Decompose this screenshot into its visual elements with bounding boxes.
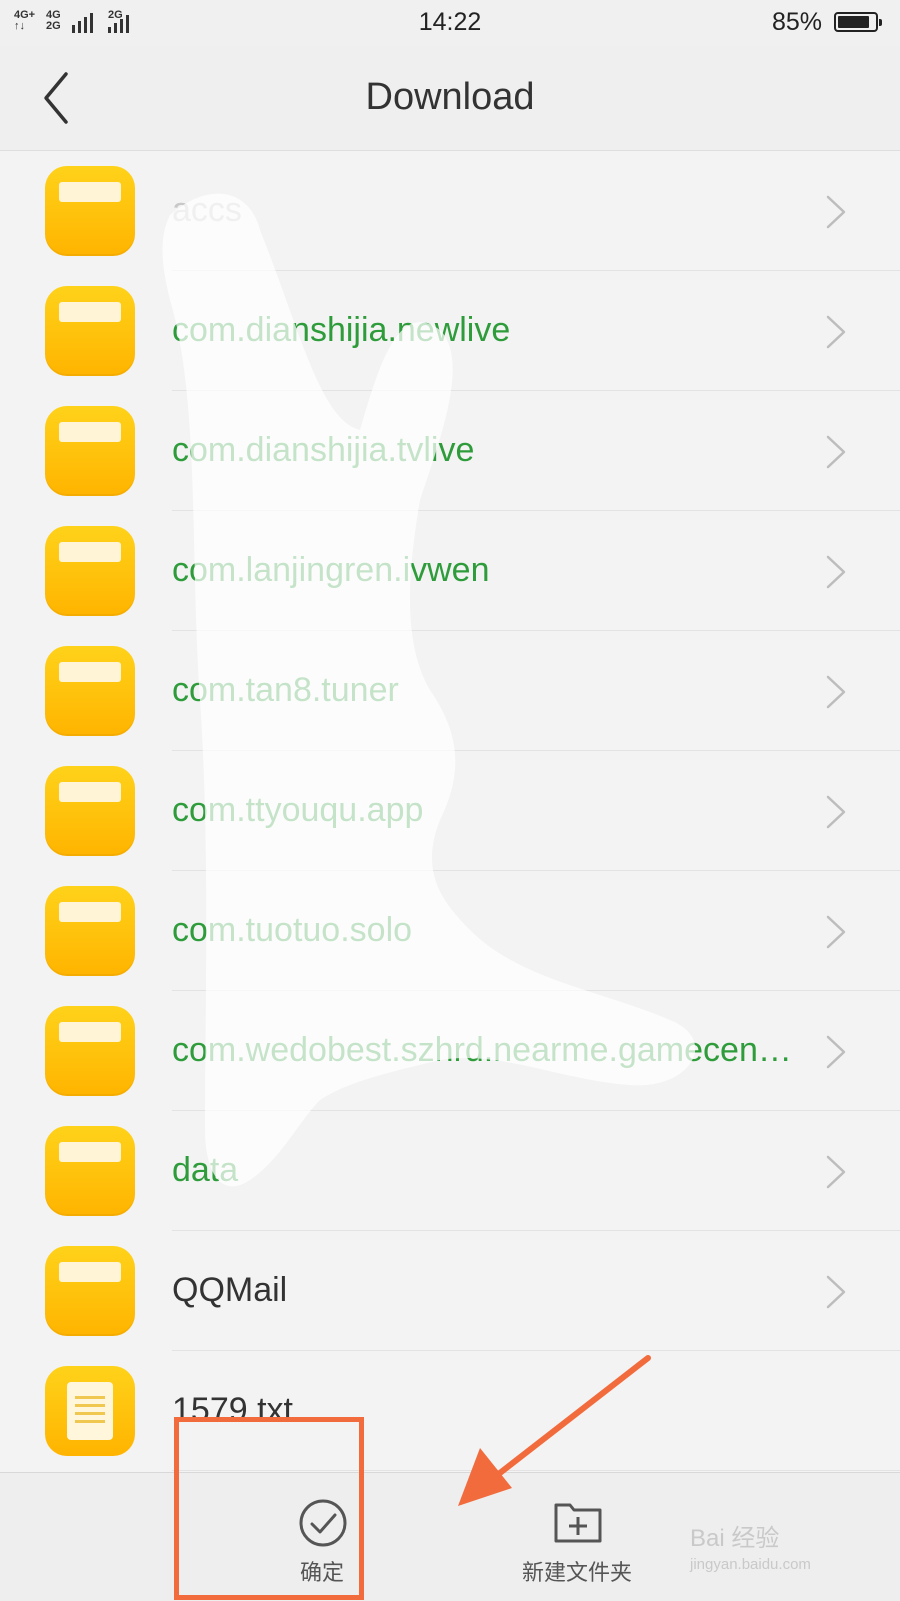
file-name: com.ttyouqu.app (172, 791, 424, 829)
chevron-right-icon (826, 555, 846, 589)
text-file-icon (45, 1366, 135, 1456)
confirm-button[interactable]: 确定 (212, 1473, 432, 1601)
app-header: Download (0, 46, 900, 151)
file-list-item[interactable]: accs (0, 151, 900, 271)
battery-percent: 85% (771, 8, 822, 36)
chevron-right-icon (826, 195, 846, 229)
file-list-item[interactable]: com.tan8.tuner (0, 631, 900, 751)
baidu-watermark-logo: Bai 经验 (690, 1525, 780, 1552)
baidu-watermark-url: jingyan.baidu.com (690, 1556, 811, 1573)
file-list-item[interactable]: QQMail (0, 1231, 900, 1351)
file-list-item[interactable]: data (0, 1111, 900, 1231)
new-folder-label: 新建文件夹 (521, 1560, 632, 1585)
folder-plus-icon (554, 1503, 602, 1543)
chevron-right-icon (826, 915, 846, 949)
chevron-right-icon (826, 1275, 846, 1309)
file-name: 1579.txt (172, 1391, 293, 1429)
file-name: data (172, 1151, 239, 1189)
status-bar: 4G+ ↑↓ 4G 2G 2G 14:22 85% (0, 0, 900, 46)
folder-icon (45, 526, 135, 616)
file-name: com.dianshijia.newlive (172, 311, 511, 349)
new-folder-button[interactable]: 新建文件夹 (467, 1473, 687, 1601)
folder-icon (45, 886, 135, 976)
folder-icon (45, 406, 135, 496)
battery-icon (834, 12, 882, 32)
file-list-item[interactable]: com.wedobest.szhrd.nearme.gamecenter (0, 991, 900, 1111)
file-list-item[interactable]: com.dianshijia.newlive (0, 271, 900, 391)
file-list-item[interactable]: com.ttyouqu.app (0, 751, 900, 871)
folder-icon (45, 286, 135, 376)
file-name: QQMail (172, 1271, 288, 1309)
folder-icon (45, 1006, 135, 1096)
file-name: accs (172, 191, 242, 229)
file-list: accs com.dianshijia.newlive com.dianshijia… (0, 151, 900, 1471)
folder-icon (45, 646, 135, 736)
file-name: com.dianshijia.tvlive (172, 431, 475, 469)
file-list-item[interactable]: com.dianshijia.tvlive (0, 391, 900, 511)
chevron-right-icon (826, 795, 846, 829)
chevron-right-icon (826, 435, 846, 469)
confirm-label: 确定 (299, 1560, 344, 1585)
file-name: com.tan8.tuner (172, 671, 399, 709)
battery-fill (838, 16, 869, 28)
chevron-right-icon (826, 1155, 846, 1189)
file-list-item[interactable]: com.tuotuo.solo (0, 871, 900, 991)
check-circle-icon (299, 1499, 347, 1547)
file-list-item[interactable]: com.lanjingren.ivwen (0, 511, 900, 631)
status-time: 14:22 (418, 8, 482, 36)
chevron-right-icon (826, 1035, 846, 1069)
chevron-right-icon (826, 315, 846, 349)
folder-icon (45, 766, 135, 856)
folder-icon (45, 1246, 135, 1336)
folder-icon (45, 1126, 135, 1216)
folder-icon (45, 166, 135, 256)
file-name: com.wedobest.szhrd.nearme.gamecenter (172, 1031, 792, 1069)
page-title: Download (365, 76, 535, 118)
file-list-item[interactable]: 1579.txt (0, 1351, 900, 1471)
file-name: com.lanjingren.ivwen (172, 551, 490, 589)
chevron-right-icon (826, 675, 846, 709)
file-name: com.tuotuo.solo (172, 911, 413, 949)
